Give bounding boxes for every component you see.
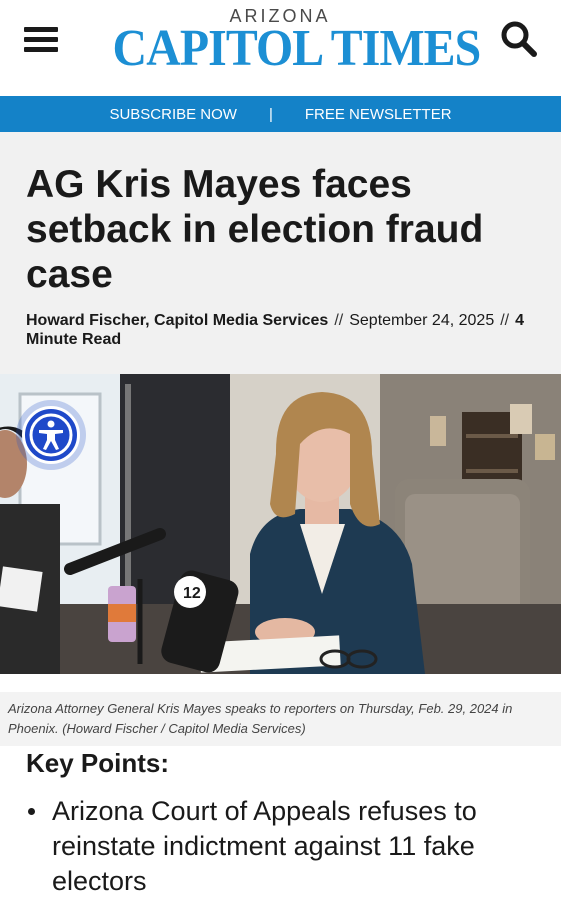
accessibility-button[interactable] — [16, 400, 86, 470]
list-item: Arizona Court of Appeals refuses to rein… — [26, 794, 536, 899]
site-header: ARIZONA CAPITOL TIMES — [0, 0, 561, 96]
free-newsletter-link[interactable]: FREE NEWSLETTER — [305, 106, 452, 123]
search-icon[interactable] — [500, 20, 538, 58]
accessibility-icon — [22, 406, 80, 464]
hamburger-menu-icon[interactable] — [24, 27, 60, 53]
key-point-text: Arizona Court of Appeals refuses to rein… — [52, 796, 477, 896]
subscribe-now-link[interactable]: SUBSCRIBE NOW — [109, 106, 237, 123]
key-points-list: Arizona Court of Appeals refuses to rein… — [26, 794, 536, 899]
publish-date: September 24, 2025 — [349, 312, 495, 329]
key-points-title: Key Points: — [26, 748, 170, 778]
site-logo[interactable]: ARIZONA CAPITOL TIMES — [98, 6, 482, 77]
article-headline: AG Kris Mayes faces setback in election … — [26, 163, 484, 296]
svg-text:12: 12 — [183, 585, 201, 602]
logo-main-text: CAPITOL TIMES — [112, 20, 482, 77]
byline: Howard Fischer, Capitol Media Services //… — [26, 311, 536, 349]
subscribe-bar: SUBSCRIBE NOW | FREE NEWSLETTER — [0, 96, 561, 132]
byline-separator-2: // — [500, 312, 510, 329]
article-header: AG Kris Mayes faces setback in election … — [0, 132, 561, 374]
article-photo: 12 — [0, 374, 561, 674]
bullet-icon — [28, 808, 35, 815]
byline-separator: // — [334, 312, 344, 329]
photo-caption: Arizona Attorney General Kris Mayes spea… — [0, 692, 561, 746]
author-name[interactable]: Howard Fischer, Capitol Media Services — [26, 312, 328, 329]
subbar-separator: | — [268, 105, 273, 123]
